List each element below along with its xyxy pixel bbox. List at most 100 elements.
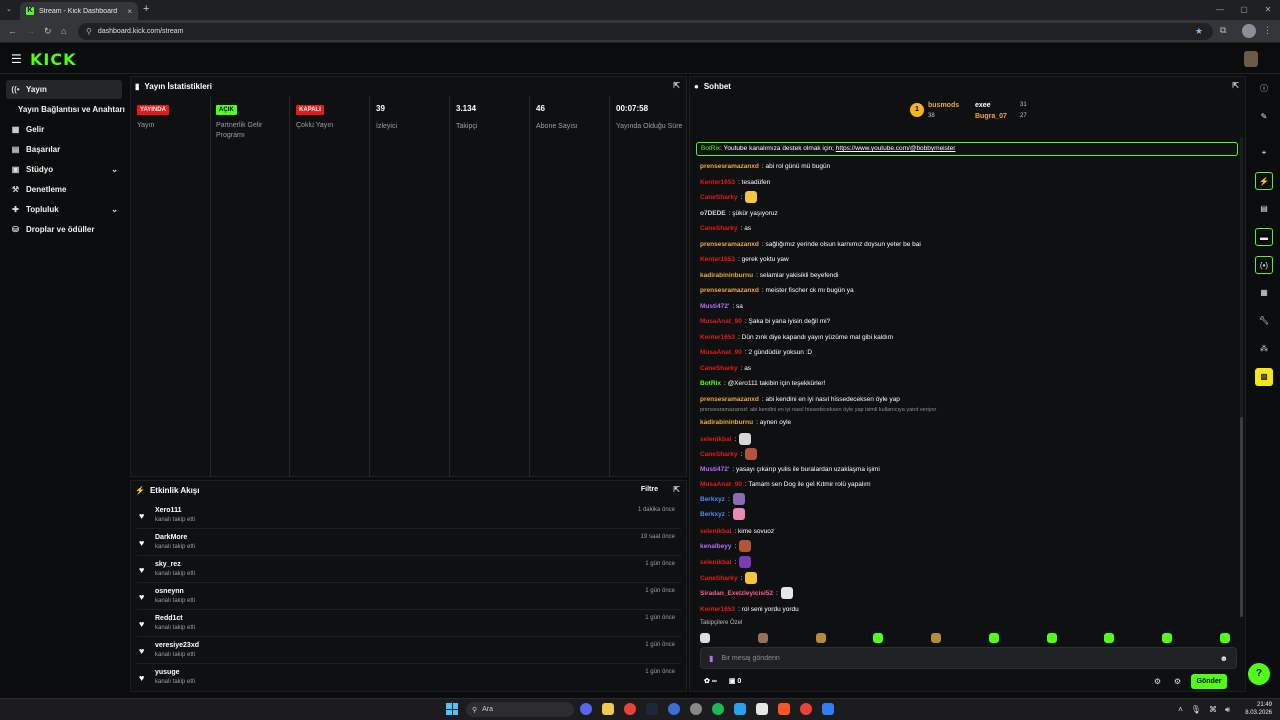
minimize-icon[interactable]: — <box>1208 0 1232 20</box>
mic-tray-icon[interactable]: 🎙︎ <box>1191 705 1201 715</box>
chat-username[interactable]: prensesramazanxd <box>700 163 759 170</box>
site-info-icon[interactable]: ⚲ <box>86 27 92 36</box>
sidebar-item-stream-key[interactable]: Yayın Bağlantısı ve Anahtarı <box>18 105 126 114</box>
chat-username[interactable]: prensesramazanxd <box>700 287 759 294</box>
broadcast-panel-icon[interactable]: (•) <box>1255 256 1273 274</box>
chrome-active-icon[interactable] <box>800 703 812 715</box>
chat-username[interactable]: Berkxyz <box>700 496 725 503</box>
emote-icon[interactable] <box>815 633 826 643</box>
brave-icon[interactable] <box>778 703 790 715</box>
home-icon[interactable]: ⌂ <box>61 26 66 36</box>
browser-tab[interactable]: K Stream - Kick Dashboard × <box>20 2 138 20</box>
sidebar-item-gelir[interactable]: ▦ Gelir <box>6 120 122 139</box>
browser-menu-icon[interactable]: ⋮ <box>1263 25 1272 36</box>
tab-search-icon[interactable]: ⌄ <box>6 5 12 13</box>
microphone-icon[interactable]: ▮ <box>709 654 713 663</box>
back-icon[interactable]: ← <box>8 26 17 36</box>
document-icon[interactable]: ▤ <box>1255 200 1273 218</box>
obs-icon[interactable] <box>690 703 702 715</box>
emote-icon[interactable] <box>1046 633 1057 643</box>
chat-username[interactable]: MusaAnat_90 <box>700 318 742 325</box>
activity-user[interactable]: yusuge <box>155 669 180 676</box>
filter-button[interactable]: Filtre <box>641 486 658 493</box>
chat-tools-icon[interactable]: ⚙ <box>1174 677 1181 686</box>
chat-username[interactable]: CaneSharky <box>700 225 738 232</box>
chat-username[interactable]: CaneSharky <box>700 451 738 458</box>
popout-icon[interactable]: ⇱ <box>673 81 680 90</box>
close-window-icon[interactable]: ✕ <box>1256 0 1280 20</box>
gift-indicator[interactable]: ▣ 0 <box>729 677 741 685</box>
chat-username[interactable]: Musti472' <box>700 466 729 473</box>
chat-username[interactable]: Siradan_Exelzleyicisi52 <box>700 590 773 597</box>
steam-icon[interactable] <box>646 703 658 715</box>
chat-username[interactable]: CaneSharky <box>700 194 738 201</box>
chat-username[interactable]: Musti472' <box>700 303 729 310</box>
chat-username[interactable]: Kenter1653 <box>700 179 735 186</box>
activity-user[interactable]: DarkMore <box>155 534 187 541</box>
emote-icon[interactable] <box>757 633 768 643</box>
chat-panel-icon[interactable]: ▬ <box>1255 228 1273 246</box>
chat-input-box[interactable]: ▮ ☻ <box>700 647 1237 669</box>
discord-icon[interactable] <box>580 703 592 715</box>
popout-icon[interactable]: ⇱ <box>673 485 680 494</box>
chat-username[interactable]: CaneSharky <box>700 575 738 582</box>
network-icon[interactable]: ⌘ <box>1209 705 1217 715</box>
layout-icon[interactable]: ▦ <box>1255 284 1273 302</box>
popout-icon[interactable]: ⇱ <box>1232 81 1239 90</box>
sidebar-item-denetleme[interactable]: ⚒ Denetleme <box>6 180 122 199</box>
profile-avatar[interactable] <box>1242 24 1256 38</box>
sidebar-item-droplar[interactable]: ⛁ Droplar ve ödüller <box>6 220 122 239</box>
leaderboard-first-name[interactable]: busmods <box>928 102 959 109</box>
chat-username[interactable]: Kenter1653 <box>700 334 735 341</box>
activity-user[interactable]: sky_rez <box>155 561 181 568</box>
spotify-icon[interactable] <box>712 703 724 715</box>
lightning-panel-icon[interactable]: ⚡ <box>1255 172 1273 190</box>
chat-username[interactable]: kenalbeyy <box>700 543 731 550</box>
chat-username[interactable]: prensesramazanxd <box>700 241 759 248</box>
app-icon[interactable] <box>822 703 834 715</box>
vscode-icon[interactable] <box>734 703 746 715</box>
pinned-message[interactable]: BotRix: Youtube kanalımıza destek olmak … <box>696 142 1238 156</box>
windows-start-icon[interactable] <box>446 703 458 715</box>
file-explorer-icon[interactable] <box>602 703 614 715</box>
emote-icon[interactable] <box>1219 633 1230 643</box>
activity-user[interactable]: veresiye23xd <box>155 642 199 649</box>
volume-icon[interactable]: 🔊︎ <box>1225 705 1230 715</box>
help-chat-button[interactable]: ? <box>1248 663 1270 685</box>
menu-icon[interactable]: ☰ <box>11 53 22 65</box>
chat-settings-icon[interactable]: ⚙ <box>1154 677 1161 686</box>
address-bar[interactable]: ⚲ dashboard.kick.com/stream ★ <box>78 23 1213 40</box>
scrollbar-thumb[interactable] <box>1240 417 1243 617</box>
edit-icon[interactable]: ✎ <box>1255 108 1273 126</box>
emote-icon[interactable] <box>1104 633 1115 643</box>
info-icon[interactable]: ⓘ <box>1255 80 1273 98</box>
emote-icon[interactable] <box>873 633 884 643</box>
chat-scrollbar[interactable] <box>1240 137 1243 617</box>
close-tab-icon[interactable]: × <box>127 7 132 16</box>
chat-username[interactable]: Kenter1653 <box>700 256 735 263</box>
pinned-link[interactable]: https://www.youtube.com/@bobbymeister <box>836 145 956 152</box>
sidebar-item-studyo[interactable]: ▣ Stüdyo ⌄ <box>6 160 122 179</box>
chat-username[interactable]: MusaAnat_90 <box>700 481 742 488</box>
sidebar-item-yayin[interactable]: ((• Yayın <box>6 80 122 99</box>
leaderboard-third-name[interactable]: Bugra_07 <box>975 113 1007 120</box>
user-avatar[interactable] <box>1244 51 1258 67</box>
kick-points-indicator[interactable]: ✿ ∞ <box>704 677 717 685</box>
chat-username[interactable]: MusaAnat_90 <box>700 349 742 356</box>
emoji-picker-icon[interactable]: ☻ <box>1220 654 1228 663</box>
chat-username[interactable]: CaneSharky <box>700 365 738 372</box>
chat-message-input[interactable] <box>721 654 1202 662</box>
sidebar-item-basarilar[interactable]: ▤ Başarılar <box>6 140 122 159</box>
extensions-icon[interactable]: ⧉ <box>1220 25 1226 36</box>
nodes-icon[interactable]: ⁂ <box>1255 340 1273 358</box>
browser-app-icon[interactable] <box>668 703 680 715</box>
chat-username[interactable]: Kenter1653 <box>700 606 735 613</box>
chat-username[interactable]: kadirabininburnu <box>700 419 753 426</box>
forward-icon[interactable]: → <box>26 26 35 36</box>
new-tab-icon[interactable]: + <box>143 3 149 15</box>
chat-username[interactable]: o7DEDE <box>700 210 726 217</box>
maximize-icon[interactable]: ▢ <box>1232 0 1256 20</box>
chevron-up-icon[interactable]: ˄ <box>1178 705 1183 715</box>
taskbar-search[interactable]: ⚲ Ara <box>466 702 574 717</box>
chat-username[interactable]: Berkxyz <box>700 511 725 518</box>
